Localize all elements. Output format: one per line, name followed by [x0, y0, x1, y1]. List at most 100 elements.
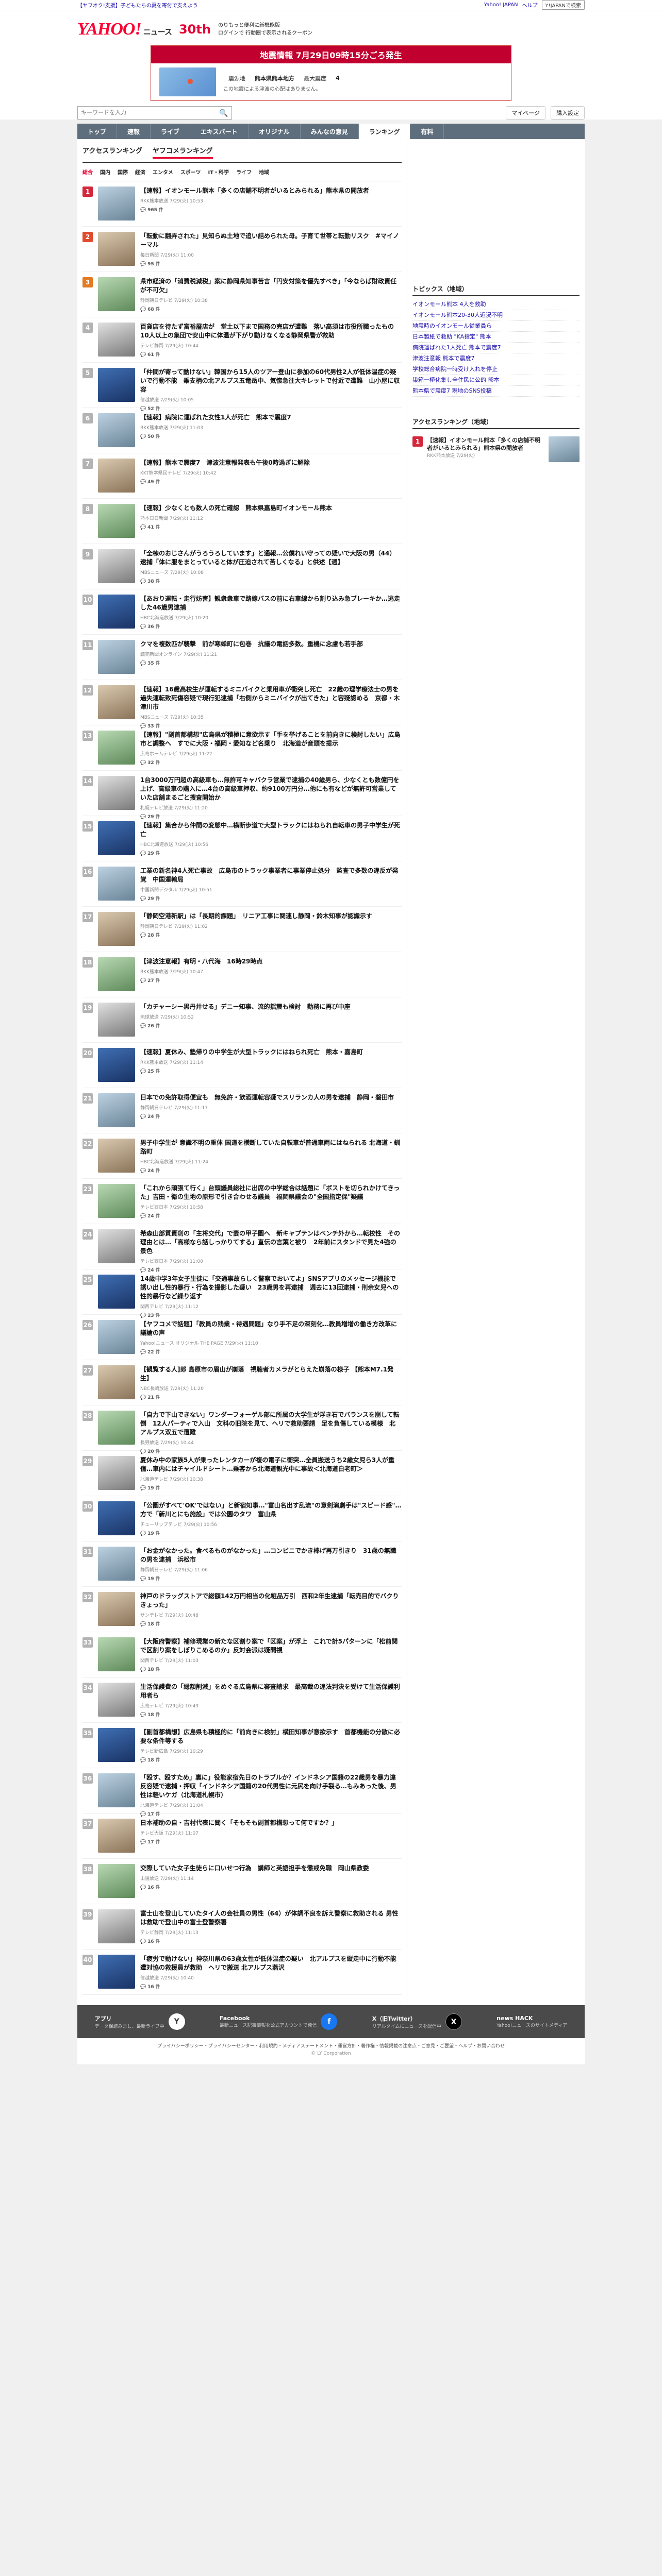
article-thumbnail[interactable] [98, 731, 135, 765]
comment-count[interactable]: 💬 24 件 [140, 1113, 402, 1120]
ranking-item[interactable]: 14 1台3000万円超の高級車も…無許可キャバクラ営業で逮捕の40歳男ら、少なく… [82, 771, 402, 820]
article-title[interactable]: 日本補助の自・吉村代表に聞く「そもそも副首都構想って何ですか？」 [140, 1819, 402, 1827]
ranking-item[interactable]: 36 「殴す、殴すため」裏に」役能家宿先日のトラブルか？インドネシア国籍の22歳男… [82, 1768, 402, 1817]
ranking-item[interactable]: 32 神戸のドラッグストアで総額142万円相当の化粧品万引 西和2年生逮捕「転売目… [82, 1587, 402, 1632]
article-title[interactable]: 【速報】熊本で震度7 津波注意報発表も午後0時過ぎに解除 [140, 459, 402, 467]
article-title[interactable]: クマを複数匹が襲撃 前が寒蝉町に包巻 抗議の電話多数。重機に念慮も若手部 [140, 640, 402, 649]
article-thumbnail[interactable] [98, 1320, 135, 1354]
ranking-item[interactable]: 6 【速報】病院に運ばれた女性1人が死亡 熊本で震度7 RKK熊本放送 7/29(火… [82, 408, 402, 453]
nav-tab[interactable]: 速報 [117, 124, 151, 139]
settings-button[interactable]: 購入設定 [551, 106, 585, 120]
article-title[interactable]: 百貨店を待たず富裕層店が 堂土以下まで国務の売店が遭難 落い高須は市役所職ったも… [140, 323, 402, 340]
article-title[interactable]: 神戸のドラッグストアで総額142万円相当の化粧品万引 西和2年生逮捕「転売目的で… [140, 1592, 402, 1609]
topic-link[interactable]: 病院運ばれた1人死亡 熊本で震度7 [412, 343, 580, 353]
topic-link[interactable]: イオンモール熊本20-30人近況不明 [412, 310, 580, 321]
ranking-item[interactable]: 21 日本での免許取得便宜も 無免許・飲酒運転容疑でスリランカ人の男を逮捕 静岡・… [82, 1088, 402, 1133]
category-tab[interactable]: スポーツ [180, 168, 201, 176]
comment-count[interactable]: 💬 61 件 [140, 351, 402, 358]
category-tab[interactable]: 総合 [82, 168, 93, 176]
topic-link[interactable]: 津波注意報 熊本で震度7 [412, 353, 580, 364]
comment-count[interactable]: 💬 29 件 [140, 850, 402, 856]
article-thumbnail[interactable] [98, 640, 135, 674]
ranking-item[interactable]: 28 「自力で下山できない」ワンダーフォーゲル部に所属の大学生が浮き石でバランスを… [82, 1405, 402, 1454]
ranking-item[interactable]: 35 【副首都構想】広島県も積極的に「前向きに検討」横田知事が意欲示す 首都機能の… [82, 1723, 402, 1768]
comment-count[interactable]: 💬 18 件 [140, 1666, 402, 1672]
article-title[interactable]: 「疲労で動けない」神奈川県の63歳女性が低体温症の疑い 北アルプスを縦走中に行動… [140, 1955, 402, 1972]
ranking-item[interactable]: 40 「疲労で動けない」神奈川県の63歳女性が低体温症の疑い 北アルプスを縦走中に… [82, 1950, 402, 1995]
comment-count[interactable]: 💬 36 件 [140, 623, 402, 630]
article-thumbnail[interactable] [98, 232, 135, 266]
ranking-item[interactable]: 4 百貨店を待たず富裕層店が 堂土以下まで国務の売店が遭難 落い高須は市役所職った… [82, 317, 402, 363]
article-thumbnail[interactable] [98, 685, 135, 719]
topic-link[interactable]: 巣箱一極化集し全住民に公的 熊本 [412, 375, 580, 386]
article-thumbnail[interactable] [98, 549, 135, 583]
ranking-item[interactable]: 3 県市経済の「消費税減税」案に静岡県知事苦言「円安対策を優先すべき」「今ならば財… [82, 272, 402, 317]
ranking-item[interactable]: 24 希森山部質責削の「主将交代」で妻の甲子園へ 新キャプテンはベンチ外から…転校… [82, 1224, 402, 1273]
comment-count[interactable]: 💬 22 件 [140, 1348, 402, 1355]
article-thumbnail[interactable] [98, 1139, 135, 1173]
ranking-item[interactable]: 22 男子中学生が 意識不明の重体 国道を横断していた自転車が普通車両にはねられる… [82, 1133, 402, 1179]
article-title[interactable]: 【ヤフコメで話題】「教員の残業・待遇問題」なり手不足の深刻化…教員増増の働き方改… [140, 1320, 402, 1337]
article-title[interactable]: 【速報】病院に運ばれた女性1人が死亡 熊本で震度7 [140, 413, 402, 422]
article-title[interactable]: 【速報】16歳高校生が運転するミニバイクと乗用車が衝突し死亡 22歳の理学療法士… [140, 685, 402, 711]
article-thumbnail[interactable] [98, 1864, 135, 1898]
nav-tab[interactable]: ランキング [358, 124, 411, 139]
article-thumbnail[interactable] [98, 1184, 135, 1218]
comment-count[interactable]: 💬 32 件 [140, 759, 402, 766]
comment-count[interactable]: 💬 18 件 [140, 1711, 402, 1718]
article-thumbnail[interactable] [98, 1728, 135, 1762]
article-title[interactable]: 生活保護費の「総額削減」をめぐる広島県に審査請求 最高裁の違法判決を受けて生活保… [140, 1683, 402, 1700]
ranking-item[interactable]: 19 「カチャーシー黒丹井せる」デニー知事、流的揺震も検討 勤務に再び中座 琉球放送… [82, 997, 402, 1043]
comment-count[interactable]: 💬 25 件 [140, 1067, 402, 1074]
ranking-item[interactable]: 29 夏休み中の家族5人が乗ったレンタカーが複の電子に衝突…全員搬送うち2歳女児ら… [82, 1451, 402, 1496]
ranking-item[interactable]: 16 工業の新名神4人死亡事故 広島市のトラック事業者に事業停止処分 監査で多数の… [82, 861, 402, 907]
ranking-item[interactable]: 13 【速報】"副首都構想"広島県が積極に意欲示す「手を挙げることを前向きに検討し… [82, 725, 402, 771]
article-title[interactable]: 1台3000万円超の高級車も…無許可キャバクラ営業で逮捕の40歳男ら、少なくとも… [140, 776, 402, 802]
comment-count[interactable]: 💬 16 件 [140, 1884, 402, 1890]
comment-count[interactable]: 💬 52 件 [140, 405, 402, 412]
article-thumbnail[interactable] [98, 1501, 135, 1535]
nav-tab[interactable]: みんなの意見 [301, 124, 359, 139]
category-tab[interactable]: IT・科学 [208, 168, 229, 176]
header-promo[interactable]: のりもっと便利に新機能版 ログインで 行動圏で表示されるクーポン [218, 22, 312, 37]
yahoo-link[interactable]: Yahoo! JAPAN [484, 2, 518, 8]
article-thumbnail[interactable] [98, 776, 135, 810]
article-title[interactable]: 【副首都構想】広島県も積極的に「前向きに検討」横田知事が意欲示す 首都機能の分散… [140, 1728, 402, 1745]
topic-link[interactable]: 地震時のイオンモール従業員ら [412, 321, 580, 332]
footer-x[interactable]: X（旧Twitter） リアルタイムにニュースを配信中 X [372, 2013, 462, 2030]
article-title[interactable]: 男子中学生が 意識不明の重体 国道を横断していた自転車が普通車両にはねられる 北… [140, 1139, 402, 1156]
search-input[interactable] [78, 107, 216, 119]
ranking-item[interactable]: 8 【速報】少なくとも数人の死亡確認 熊本県嘉島町イオンモール熊本 熊本日日新聞 7… [82, 499, 402, 544]
article-title[interactable]: 14歳中学3年女子生徒に「交通事故らしく警察でおいてよ」SNSアプリのメッセージ… [140, 1275, 402, 1301]
nav-tab[interactable]: エキスパート [190, 124, 249, 139]
article-title[interactable]: 「これから頑張て行く」台頭議員総社に出席の中学総合は話題に「ボストを切られかけて… [140, 1184, 402, 1201]
topic-link[interactable]: 学校総合病院一時受け入れを停止 [412, 364, 580, 375]
ranking-item[interactable]: 20 【速報】夏休み、塾帰りの中学生が大型トラックにはねられ死亡 熊本・嘉島町 RK… [82, 1043, 402, 1088]
article-thumbnail[interactable] [98, 323, 135, 357]
article-title[interactable]: 「カチャーシー黒丹井せる」デニー知事、流的揺震も検討 勤務に再び中座 [140, 1003, 402, 1011]
ranking-item[interactable]: 23 「これから頑張て行く」台頭議員総社に出席の中学総合は話題に「ボストを切られか… [82, 1179, 402, 1224]
nav-tab[interactable]: トップ [77, 124, 118, 139]
ranking-item[interactable]: 7 【速報】熊本で震度7 津波注意報発表も午後0時過ぎに解除 KKT熊本県民テレビ … [82, 453, 402, 499]
ranking-item[interactable]: 11 クマを複数匹が襲撃 前が寒蝉町に包巻 抗議の電話多数。重機に念慮も若手部 読売… [82, 635, 402, 680]
ranking-subtab[interactable]: アクセスランキング [82, 145, 142, 159]
article-thumbnail[interactable] [98, 1093, 135, 1127]
ranking-item[interactable]: 33 【大阪府警察】補修現業の新たな区割り案で「区案」が浮上 これで計5パターンに… [82, 1632, 402, 1677]
comment-count[interactable]: 💬 20 件 [140, 1448, 402, 1454]
footer-app[interactable]: アプリ データ保読みまし、最新ライブ中 Y [95, 2013, 185, 2030]
ranking-item[interactable]: 5 「仲間が寄って動けない」韓国から15人のツアー登山に参加の60代男性2人が低体… [82, 363, 402, 412]
category-tab[interactable]: 国際 [118, 168, 128, 176]
article-thumbnail[interactable] [98, 1456, 135, 1490]
article-thumbnail[interactable] [98, 504, 135, 538]
article-title[interactable]: 日本での免許取得便宜も 無免許・飲酒運転容疑でスリランカ人の男を逮捕 静岡・磐田… [140, 1093, 402, 1102]
category-tab[interactable]: エンタメ [153, 168, 173, 176]
article-thumbnail[interactable] [98, 1003, 135, 1037]
ranking-item[interactable]: 25 14歳中学3年女子生徒に「交通事故らしく警察でおいてよ」SNSアプリのメッセ… [82, 1269, 402, 1318]
article-title[interactable]: 希森山部質責削の「主将交代」で妻の甲子園へ 新キャプテンはベンチ外から…転校性 … [140, 1229, 402, 1256]
article-title[interactable]: 「殴す、殴すため」裏に」役能家宿先日のトラブルか？インドネシア国籍の22歳男を暴… [140, 1773, 402, 1800]
article-thumbnail[interactable] [98, 459, 135, 493]
article-title[interactable]: 「仲間が寄って動けない」韓国から15人のツアー登山に参加の60代男性2人が低体温… [140, 368, 402, 394]
article-title[interactable]: 【観覧する人]郎 島原市の眉山が崩落 視聴者カメラがとらえた崩落の様子 【熊本M… [140, 1365, 402, 1383]
comment-count[interactable]: 💬 19 件 [140, 1530, 402, 1536]
category-tab[interactable]: 経済 [135, 168, 145, 176]
